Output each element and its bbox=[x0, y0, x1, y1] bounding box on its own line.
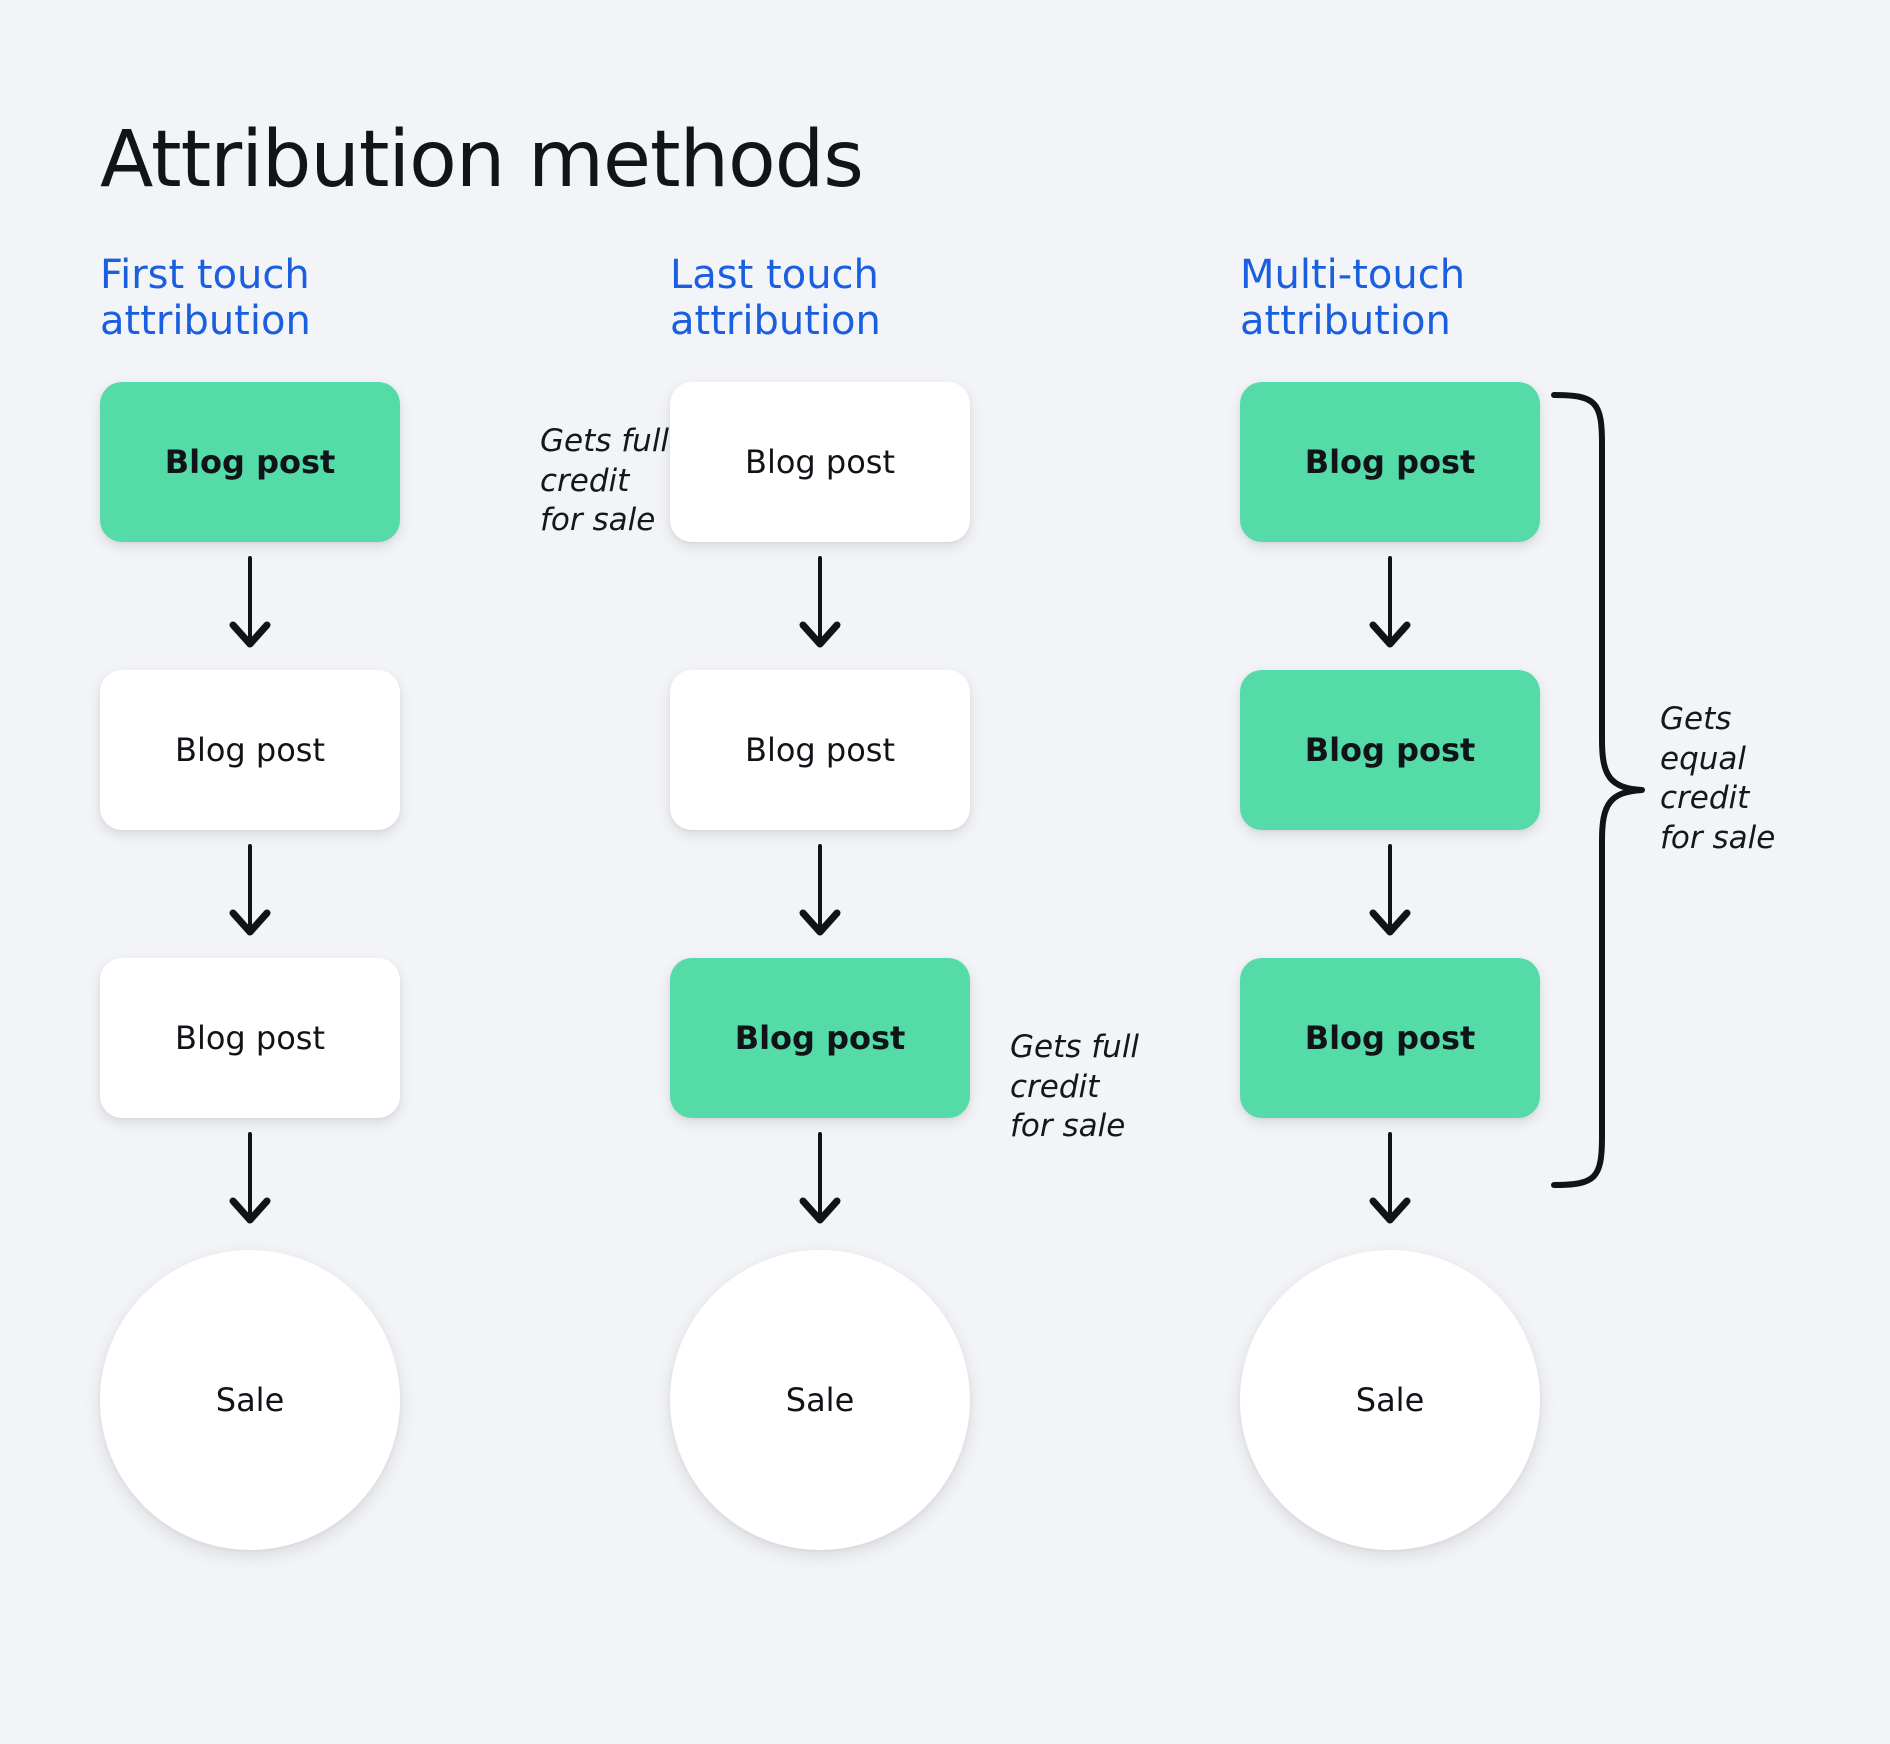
flow-arrow-icon bbox=[222, 844, 278, 936]
sale-node-label: Sale bbox=[785, 1381, 855, 1419]
column-header-line1: First touch bbox=[100, 252, 310, 298]
node-card-label: Blog post bbox=[1304, 731, 1476, 769]
node-card[interactable]: Blog post bbox=[670, 382, 970, 542]
node-card[interactable]: Blog post bbox=[670, 670, 970, 830]
node-card[interactable]: Blog post bbox=[100, 958, 400, 1118]
column-multi-touch: Multi-touch attribution Blog post Blog p… bbox=[1240, 0, 1800, 1744]
node-card-label: Blog post bbox=[1304, 443, 1476, 481]
node-card-label: Blog post bbox=[744, 443, 895, 481]
node-card[interactable]: Blog post bbox=[100, 382, 400, 542]
node-card-label: Blog post bbox=[744, 731, 895, 769]
column-header-first-touch: First touch attribution bbox=[100, 252, 520, 344]
flow-arrow-icon bbox=[1362, 844, 1418, 936]
column-header-line2: attribution bbox=[100, 298, 311, 344]
node-card[interactable]: Blog post bbox=[1240, 670, 1540, 830]
column-header-line2: attribution bbox=[1240, 298, 1451, 344]
annotation-multi-touch: Gets equal credit for sale bbox=[1660, 701, 1776, 857]
sale-node[interactable]: Sale bbox=[100, 1250, 400, 1550]
grouping-brace-icon bbox=[1550, 390, 1650, 1190]
flow-arrow-icon bbox=[1362, 556, 1418, 648]
sale-node[interactable]: Sale bbox=[1240, 1250, 1540, 1550]
column-header-multi-touch: Multi-touch attribution bbox=[1240, 252, 1660, 344]
flow-arrow-icon bbox=[1362, 1132, 1418, 1224]
column-header-line1: Multi-touch bbox=[1240, 252, 1466, 298]
node-card-label: Blog post bbox=[174, 1019, 325, 1057]
flow-arrow-icon bbox=[792, 844, 848, 936]
flow-arrow-icon bbox=[222, 556, 278, 648]
flow-arrow-icon bbox=[792, 1132, 848, 1224]
node-card[interactable]: Blog post bbox=[100, 670, 400, 830]
sale-node-label: Sale bbox=[215, 1381, 285, 1419]
column-header-line1: Last touch bbox=[670, 252, 879, 298]
column-header-line2: attribution bbox=[670, 298, 881, 344]
column-last-touch: Last touch attribution Blog post Blog po… bbox=[670, 0, 1230, 1744]
node-card[interactable]: Blog post bbox=[1240, 958, 1540, 1118]
column-header-last-touch: Last touch attribution bbox=[670, 252, 1090, 344]
node-card-label: Blog post bbox=[174, 731, 325, 769]
flow-arrow-icon bbox=[792, 556, 848, 648]
flow-arrow-icon bbox=[222, 1132, 278, 1224]
annotation-last-touch: Gets full credit for sale bbox=[1010, 1029, 1140, 1145]
column-first-touch: First touch attribution Blog post Blog p… bbox=[100, 0, 669, 1744]
node-card[interactable]: Blog post bbox=[670, 958, 970, 1118]
node-card-label: Blog post bbox=[164, 443, 336, 481]
node-card-label: Blog post bbox=[734, 1019, 906, 1057]
node-card[interactable]: Blog post bbox=[1240, 382, 1540, 542]
sale-node[interactable]: Sale bbox=[670, 1250, 970, 1550]
sale-node-label: Sale bbox=[1355, 1381, 1425, 1419]
node-card-label: Blog post bbox=[1304, 1019, 1476, 1057]
